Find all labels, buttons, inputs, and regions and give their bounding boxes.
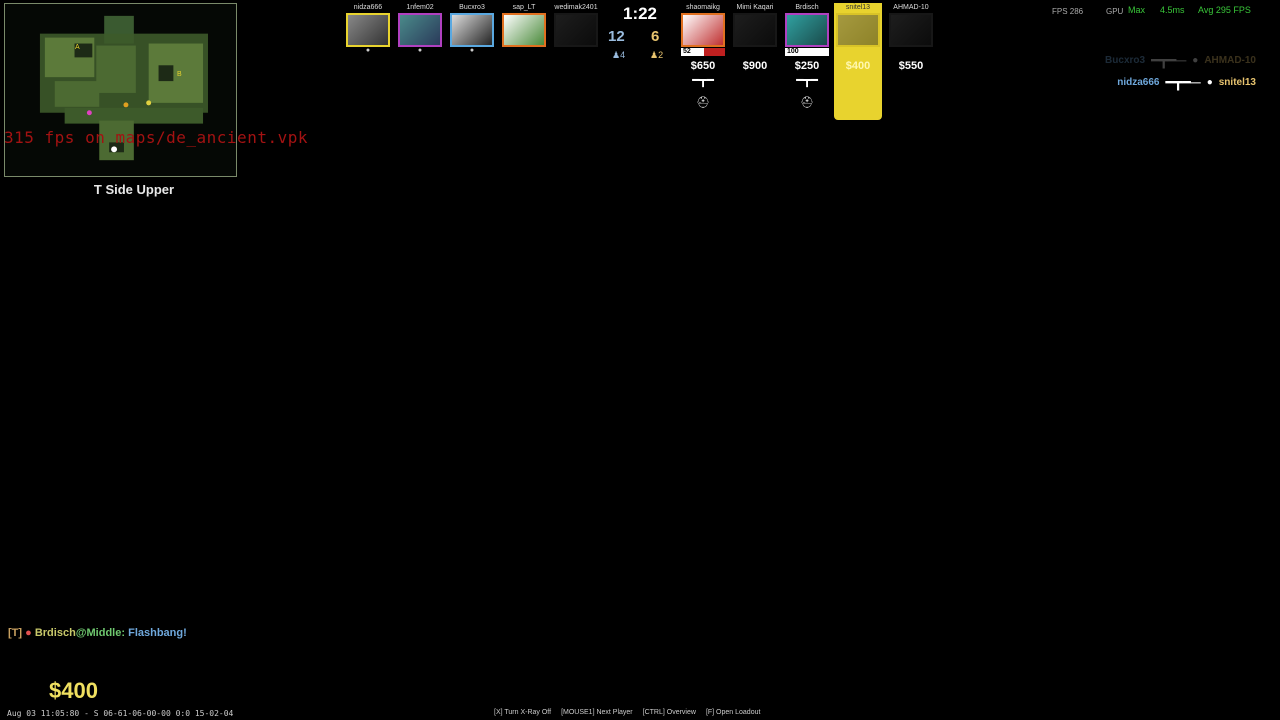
round-timer: 1:22 [622,4,658,23]
gpu-label: GPU [1106,7,1124,16]
chat-team-tag: [T] [8,627,23,639]
score-t: 6 [651,28,660,45]
player-avatar [733,13,777,47]
t-player-2[interactable]: Mimi Kaqari $900 [731,3,779,72]
player-name: 1nfem02 [406,4,434,11]
player-health: 52 [681,48,725,56]
chat-dot-icon: ● [25,627,32,639]
helmet-icon: ⛑ [696,97,710,109]
fps-counter: FPS 286 [1052,7,1084,16]
player-avatar [554,13,598,47]
player-name: snitel13 [845,4,871,11]
player-avatar [889,13,933,47]
killfeed-entry-1: Bucxro3 ━┳━─ ● AHMAD-10 [1105,51,1256,69]
ak47-icon: ━┳━─ [1165,73,1201,90]
headshot-icon: ● [1206,76,1213,88]
alive-count-ct: ♟4 [612,50,626,60]
minimap-label-a: A [75,44,80,51]
player-name: AHMAD-10 [893,4,929,11]
player-status-icon: ● [417,47,423,54]
chat-location: @Middle: [75,627,126,639]
ct-player-2[interactable]: 1nfem02 ● [396,3,444,55]
player-name: Mimi Kaqari [736,4,774,11]
hint-xray[interactable]: [X] Turn X-Ray Off [494,709,551,716]
player-status-icon: ● [469,47,475,54]
player-name: Bucxro3 [459,4,485,11]
chat-message: [T] ● Brdisch@Middle: Flashbang! [8,627,187,639]
console-fps-message: 315 fps on maps/de_ancient.vpk [4,128,308,147]
player-money: $400 [845,60,871,72]
ct-player-1[interactable]: nidza666 ● [344,3,392,55]
t-player-1[interactable]: shaomaikg 52 $650 ━┳━ ⛑ [679,3,727,109]
t-player-3[interactable]: Brdisch 100 $250 ━┳━ ⛑ [783,3,831,109]
player-avatar [450,13,494,47]
killfeed-victim: snitel13 [1218,76,1256,88]
player-avatar [346,13,390,47]
player-status-icon: ● [365,47,371,54]
headshot-icon: ● [1192,54,1199,66]
minimap-label-b: B [177,71,182,78]
player-name: wedimak2401 [554,4,598,11]
alive-count-t: ♟2 [650,50,664,60]
player-avatar [502,13,546,47]
ct-player-4[interactable]: sap_LT [500,3,548,47]
helmet-icon: ⛑ [800,97,814,109]
player-money: $900 [742,60,768,72]
spectator-hints: [X] Turn X-Ray Off [MOUSE1] Next Player … [494,709,760,716]
max-label: Max [1128,5,1146,15]
hint-open-loadout[interactable]: [F] Open Loadout [706,709,760,716]
rifle-icon: ━┳━ [796,73,818,87]
player-avatar [836,13,880,47]
player-name: sap_LT [512,4,536,11]
t-player-4-selected[interactable]: snitel13 $400 [834,3,882,120]
frametime: 4.5ms [1160,5,1185,15]
player-name: Brdisch [795,4,819,11]
chat-player: Brdisch [34,627,76,639]
player-money-display: $400 [49,678,98,703]
player-money: $650 [690,60,716,72]
player-money: $550 [898,60,924,72]
player-avatar [785,13,829,47]
zone-name: T Side Upper [93,182,175,197]
ct-player-3[interactable]: Bucxro3 ● [448,3,496,55]
player-health: 100 [785,48,829,56]
killfeed-entry-2: nidza666 ━┳━─ ● snitel13 [1117,73,1256,91]
ct-player-5[interactable]: wedimak2401 [552,3,600,47]
chat-text: Flashbang! [128,627,187,639]
demo-info-bar: Aug 03 11:05:80 - S 06-61-06-00-00 0:0 1… [7,709,234,718]
hint-next-player[interactable]: [MOUSE1] Next Player [561,709,633,716]
rifle-icon: ━┳━ [692,73,714,87]
minimap: A B [4,3,237,177]
player-avatar [398,13,442,47]
player-avatar [681,13,725,47]
avg-fps: Avg 295 FPS [1198,5,1251,15]
ak47-icon: ━┳━─ [1151,51,1187,68]
score-ct: 12 [608,28,625,45]
killfeed-attacker: nidza666 [1117,76,1160,88]
player-name: nidza666 [353,4,383,11]
killfeed-victim: AHMAD-10 [1204,54,1256,66]
minimap-graphic [39,15,208,161]
player-name: shaomaikg [686,4,720,11]
t-player-5[interactable]: AHMAD-10 $550 [887,3,935,72]
hint-overview[interactable]: [CTRL] Overview [643,709,696,716]
killfeed-attacker: Bucxro3 [1105,54,1146,66]
player-money: $250 [794,60,820,72]
